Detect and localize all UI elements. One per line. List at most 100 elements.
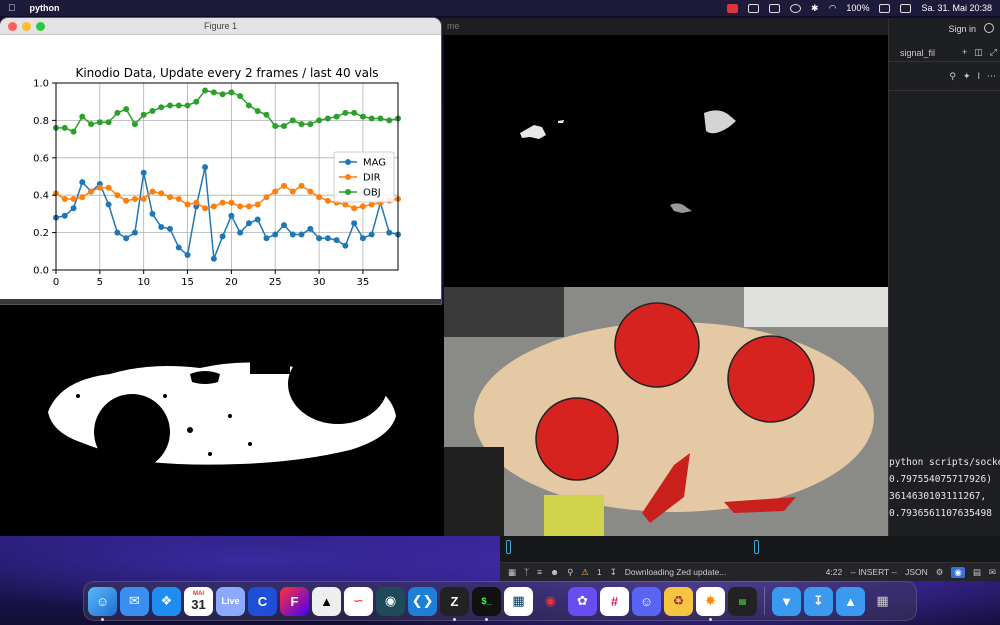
data-point-mag [272,231,279,238]
y-tick-label: 0.4 [33,191,49,202]
finder-icon[interactable]: ☺ [88,586,117,621]
wifi-icon[interactable]: ◠ [829,3,837,14]
control-center-icon[interactable] [900,3,912,13]
red-disc [727,335,815,423]
split-pane-icon[interactable]: ◫ [974,47,983,58]
language-selector[interactable]: JSON [905,567,928,577]
figure-window[interactable]: Figure 1 Kinodio Data, Update every 2 fr… [0,18,441,304]
x-tick-label: 25 [269,277,282,288]
screen-record-icon[interactable] [727,3,739,13]
cursor-icon[interactable]: I [977,71,980,82]
scrollbar-marker[interactable] [506,540,511,554]
menubar-clock[interactable]: Sa. 31. Mai 20:38 [921,3,992,13]
keyboard-icon[interactable] [748,3,760,13]
forward-icon[interactable]: → [50,302,70,304]
pan-icon[interactable]: ✥ [73,302,93,305]
python-launcher-icon[interactable]: ✸ [696,586,725,621]
mask-hole [94,394,170,470]
remote-desktop-icon[interactable]: ▦ [504,586,533,616]
slack-icon[interactable]: # [600,586,629,616]
matplotlib-toolbar: ⌂ ← → ✥ ⚲ ☰ ▣ [0,299,441,304]
fleet-icon[interactable]: F [280,586,309,616]
legend-label: DIR [363,173,381,184]
clion-icon[interactable]: C [248,586,277,616]
cursor-position[interactable]: 4:22 [826,567,843,577]
plot-area[interactable]: Kinodio Data, Update every 2 frames / la… [0,35,441,299]
new-tab-icon[interactable]: + [962,47,967,58]
active-app-name[interactable]: python [30,3,60,13]
data-point-obj [351,109,358,116]
search-icon[interactable]: ⚲ [567,567,573,578]
legend-marker [345,189,351,195]
data-point-mag [105,201,112,208]
project-panel-icon[interactable]: ▦ [508,567,516,578]
data-point-obj [140,111,147,118]
zoom-icon[interactable]: ⚲ [96,302,116,305]
ladybug-icon[interactable]: ◉ [536,587,565,616]
figure-title-bar[interactable]: Figure 1 [0,18,441,35]
trash-icon[interactable]: ▦ [868,587,897,616]
terminal-icon[interactable]: ▤ [973,567,981,578]
data-point-dir [131,195,138,202]
expand-icon[interactable]: ⤢ [990,47,997,58]
inkscape-icon[interactable]: ▲ [312,586,341,616]
editor-window: Sign in signal_fil + ◫ ⤢ ⚲ ✦ I ⋯ python … [888,18,1000,536]
documents-folder-icon[interactable]: ▲ [836,586,865,616]
data-point-dir [263,194,270,201]
outline-icon[interactable]: ≡ [537,567,542,577]
terminal-app-icon[interactable]: $_ [472,586,501,621]
home-icon[interactable]: ⌂ [4,302,24,304]
archive-utility-icon[interactable]: ♻ [664,586,693,616]
battery-percent[interactable]: 100% [846,3,869,13]
configure-icon[interactable]: ☰ [119,302,139,305]
collab-icon[interactable]: ☻ [550,567,559,577]
warning-icon[interactable]: ⚠ [581,567,589,578]
applications-folder-icon[interactable]: ▼ [772,586,801,616]
bluetooth-icon[interactable]: ✱ [811,3,819,14]
mask-bottom-svg [48,344,396,470]
data-point-obj [175,102,182,109]
data-point-mag [351,220,358,227]
warning-count[interactable]: 1 [597,567,602,577]
activity-monitor-icon[interactable]: ▤ [728,586,757,616]
data-point-mag [140,169,147,176]
notes-app-icon[interactable]: ✿ [568,586,597,616]
data-point-mag [70,205,77,212]
downloads-folder-icon[interactable]: ↧ [804,586,833,616]
zed-icon[interactable]: Z [440,586,469,621]
mail-icon[interactable]: ✉ [120,586,149,616]
data-point-obj [70,128,77,135]
editor-tab-signal-filter[interactable]: signal_fil [889,48,935,58]
safari-icon[interactable]: ❖ [152,586,181,616]
data-point-mag [281,222,287,229]
save-icon[interactable]: ▣ [142,302,162,305]
terminal-output[interactable]: python scripts/socket_re 0.7975540757179… [889,454,1000,522]
calendar-icon[interactable]: MAI 31 [184,586,213,616]
copilot-icon[interactable]: ⚙ [936,567,944,578]
ai-panel-icon[interactable]: ◉ [951,566,965,578]
scrollbar-marker[interactable] [754,540,759,554]
notification-icon[interactable]: ✉ [989,567,1000,578]
sign-in-button[interactable]: Sign in [948,24,976,34]
account-icon[interactable] [984,23,994,33]
line-chart: Kinodio Data, Update every 2 frames / la… [33,66,401,288]
battery-icon[interactable] [879,3,891,13]
time-machine-icon[interactable] [790,3,802,13]
data-point-mag [175,244,182,251]
data-point-dir [140,195,147,202]
freeform-icon[interactable]: ∽ [344,586,373,616]
apple-menu-icon[interactable]:  [8,3,16,14]
back-icon[interactable]: ← [27,302,47,304]
x-tick-label: 0 [53,277,59,288]
clipboard-icon[interactable] [769,3,781,13]
vscode-icon[interactable]: ❮❯ [408,586,437,616]
more-icon[interactable]: ⋯ [987,71,996,82]
ableton-live-icon[interactable]: Live [216,586,245,616]
git-branch-icon[interactable]: ᛉ [524,567,529,577]
data-point-mag [228,212,235,219]
x-tick-label: 5 [97,277,103,288]
assistant-icon[interactable]: ✦ [963,71,971,82]
discord-icon[interactable]: ☺ [632,586,661,616]
search-icon[interactable]: ⚲ [949,71,956,82]
conda-icon[interactable]: ◉ [376,586,405,616]
